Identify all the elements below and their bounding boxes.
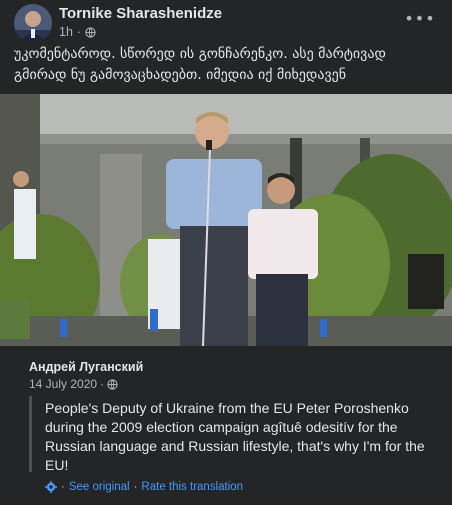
quote-bar: [29, 396, 32, 472]
shared-post: Андрей Луганский 14 July 2020 · People's…: [0, 346, 452, 505]
post-meta: 1h ·: [59, 25, 96, 39]
post-photo[interactable]: [0, 94, 452, 346]
translated-quote: People's Deputy of Ukraine from the EU P…: [45, 400, 425, 473]
shared-date[interactable]: 14 July 2020: [29, 377, 97, 391]
dot-separator: ·: [133, 481, 138, 493]
facebook-post: Tornike Sharashenidze 1h · ••• უკომენტარ…: [0, 0, 452, 505]
post-text: უკომენტაროდ. სწორედ ის გონჩარენკო. ასე მ…: [14, 46, 386, 83]
rate-translation-link[interactable]: Rate this translation: [141, 481, 243, 493]
post-header: Tornike Sharashenidze 1h · •••: [0, 0, 452, 44]
dot-separator: ·: [61, 481, 65, 493]
author-avatar[interactable]: [14, 4, 52, 42]
more-options-icon[interactable]: •••: [404, 8, 434, 28]
translation-controls: · See original · Rate this translation: [45, 481, 243, 493]
shared-meta: 14 July 2020 ·: [29, 377, 118, 391]
see-original-link[interactable]: See original: [69, 481, 130, 493]
globe-icon: [107, 378, 118, 390]
post-time[interactable]: 1h: [59, 25, 73, 39]
globe-icon: [85, 26, 96, 38]
dot-separator: ·: [100, 377, 105, 391]
stage-scene-image: [0, 94, 452, 346]
post-author-name[interactable]: Tornike Sharashenidze: [59, 5, 222, 22]
shared-author-name[interactable]: Андрей Луганский: [29, 360, 143, 374]
gear-icon: [45, 481, 57, 493]
dot-separator: ·: [76, 25, 82, 39]
